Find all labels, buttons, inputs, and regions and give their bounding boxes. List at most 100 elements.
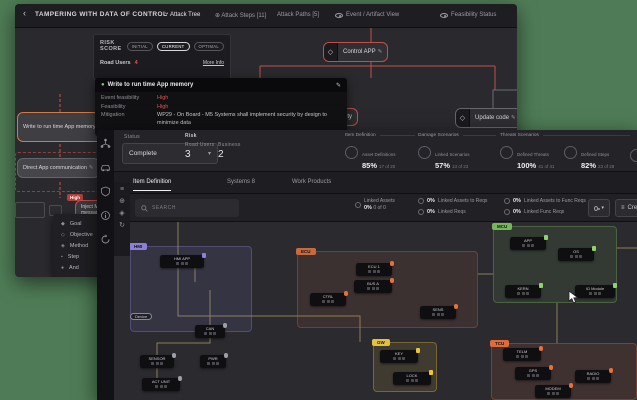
graph-node[interactable]: IO Module: [575, 285, 615, 298]
tab-systems[interactable]: Systems 8: [227, 179, 255, 190]
node-icon-row: [195, 332, 225, 335]
risk-score-panel: RISK SCORE INITIAL CURRENT OPTIMAL Road …: [93, 34, 231, 80]
group-badge[interactable]: GW: [372, 339, 390, 346]
mouse-cursor: [568, 290, 579, 309]
progress-ring: [355, 202, 361, 208]
graph-canvas[interactable]: HMI ECU MCU GW TCU HMI APP ECU 1 BUS A CTRL SENS A…: [114, 222, 637, 400]
graph-node[interactable]: SENS: [420, 306, 456, 319]
graph-node[interactable]: BUS A: [354, 280, 392, 293]
view-options-button[interactable]: ▾: [588, 199, 610, 217]
toggle-event-artifact-view[interactable]: Event / Artifact View: [335, 12, 399, 18]
mini-node[interactable]: [15, 202, 45, 218]
section-damage-scenarios: Damage Scenarios: [418, 133, 496, 138]
graph-node[interactable]: CAN: [195, 325, 225, 338]
node-icon-row: [356, 270, 392, 273]
info-nav-icon[interactable]: [100, 210, 111, 221]
node-label: KERN: [505, 285, 541, 292]
node-status-chip: [178, 376, 183, 381]
refresh-icon[interactable]: ↻: [119, 222, 125, 229]
tab-work-products[interactable]: Work Products: [292, 179, 331, 190]
node-icon-row: [510, 244, 546, 247]
road-users-value: 3: [185, 149, 191, 160]
node-label: PWR: [200, 355, 226, 362]
more-info-link[interactable]: More Info: [203, 60, 224, 66]
graph-node[interactable]: APP: [510, 237, 546, 250]
graph-node[interactable]: ECU 1: [356, 263, 392, 276]
search-icon: [141, 205, 148, 212]
create-button[interactable]: ≡Create: [615, 199, 637, 217]
node-direct-app-communication[interactable]: Direct App communication✎: [17, 158, 100, 178]
graph-node[interactable]: HMI APP: [160, 255, 204, 268]
graph-node[interactable]: ACT UNIT: [142, 378, 180, 391]
graph-node[interactable]: TELM: [503, 348, 541, 361]
road-users-label: Road Users: [185, 142, 214, 148]
desktop: ‹ TAMPERING WITH DATA OF CONTROL ⑂ Attac…: [0, 0, 637, 400]
tab-attack-tree[interactable]: ⑂ Attack Tree: [165, 12, 200, 18]
node-label: BUS A: [354, 280, 392, 287]
app-header: Status Complete ▾ Risk Road Users 3 Busi…: [114, 130, 637, 172]
progress-ring: [504, 198, 510, 204]
back-chevron-icon[interactable]: ‹: [23, 8, 26, 18]
edit-pencil-icon[interactable]: ✎: [511, 115, 516, 121]
risk-score-label: RISK SCORE: [100, 40, 123, 52]
sync-nav-icon[interactable]: [100, 234, 111, 245]
graph-node[interactable]: KERN: [505, 285, 541, 298]
tab-attack-paths[interactable]: Attack Paths [5]: [277, 12, 319, 18]
node-label: CAN: [195, 325, 225, 332]
tab-item-definition[interactable]: Item Definition: [133, 179, 171, 191]
toggle-feasibility-status[interactable]: Feasibility Status: [440, 12, 496, 18]
attack-tree-nav-icon[interactable]: [100, 138, 111, 149]
node-icon-row: [558, 255, 594, 258]
attack-window-title: TAMPERING WITH DATA OF CONTROL: [35, 11, 167, 18]
add-icon[interactable]: ⊕: [119, 198, 125, 205]
goal-icon: ◆: [61, 221, 65, 227]
node-icon-row: [380, 357, 418, 360]
graph-node[interactable]: KEY: [380, 350, 418, 363]
metric-asset-definitions: Asset Definitions 85%17 of 20: [345, 143, 396, 170]
tab-attack-steps[interactable]: ⊕ Attack Steps [11]: [215, 12, 266, 19]
group-icon[interactable]: ◈: [119, 210, 124, 217]
vehicle-nav-icon[interactable]: [100, 162, 111, 173]
group-badge[interactable]: TCU: [490, 340, 509, 347]
edit-pencil-icon[interactable]: ✎: [378, 49, 383, 55]
section-item-definition: Item Definition: [345, 133, 415, 138]
node-status-chip: [609, 368, 614, 373]
graph-node[interactable]: PWR: [200, 355, 226, 368]
section-threats-scenarios: Threats Scenarios: [500, 133, 630, 138]
eye-icon: [594, 206, 598, 211]
objective-icon: ◇: [61, 232, 65, 238]
group-badge[interactable]: MCU: [492, 223, 512, 230]
edit-pencil-icon[interactable]: ✎: [89, 165, 94, 171]
layers-icon[interactable]: ≡: [120, 186, 124, 193]
node-label: TELM: [503, 348, 541, 355]
method-icon: ◈: [61, 243, 65, 249]
risk-optimal-button[interactable]: OPTIMAL: [194, 42, 224, 51]
graph-node[interactable]: SENSOR: [140, 355, 174, 368]
attack-window-titlebar: ‹ TAMPERING WITH DATA OF CONTROL ⑂ Attac…: [15, 4, 517, 28]
progress-ring-partial: [630, 149, 637, 162]
edit-pencil-icon[interactable]: ✎: [336, 82, 341, 89]
graph-node[interactable]: RADIO: [575, 370, 611, 383]
device-node[interactable]: Device: [130, 313, 152, 320]
graph-node[interactable]: LOCK: [393, 372, 431, 385]
node-control-app[interactable]: ◇ Control APP✎: [323, 42, 388, 62]
node-write-runtime-memory[interactable]: Write to run time App memory: [17, 112, 107, 142]
graph-node[interactable]: MODEM: [535, 385, 571, 398]
risk-current-button[interactable]: CURRENT: [157, 42, 190, 51]
node-status-chip: [344, 291, 349, 296]
shield-nav-icon[interactable]: [100, 186, 111, 197]
node-status-chip: [224, 353, 229, 358]
graph-node[interactable]: CTRL: [310, 293, 346, 306]
node-icon-row: [575, 377, 611, 380]
search-input[interactable]: SEARCH: [135, 199, 239, 217]
node-update-code[interactable]: ◇ Update code✎: [455, 108, 517, 128]
graph-node[interactable]: OS: [558, 248, 594, 261]
step-icon: ▪: [61, 254, 63, 260]
node-icon-row: [354, 287, 392, 290]
graph-node[interactable]: GPS: [515, 367, 551, 380]
and-icon: ●: [61, 265, 64, 271]
node-status-chip: [202, 253, 207, 258]
group-badge[interactable]: HMI: [129, 243, 147, 250]
group-badge[interactable]: ECU: [296, 248, 316, 255]
risk-initial-button[interactable]: INITIAL: [127, 42, 153, 51]
